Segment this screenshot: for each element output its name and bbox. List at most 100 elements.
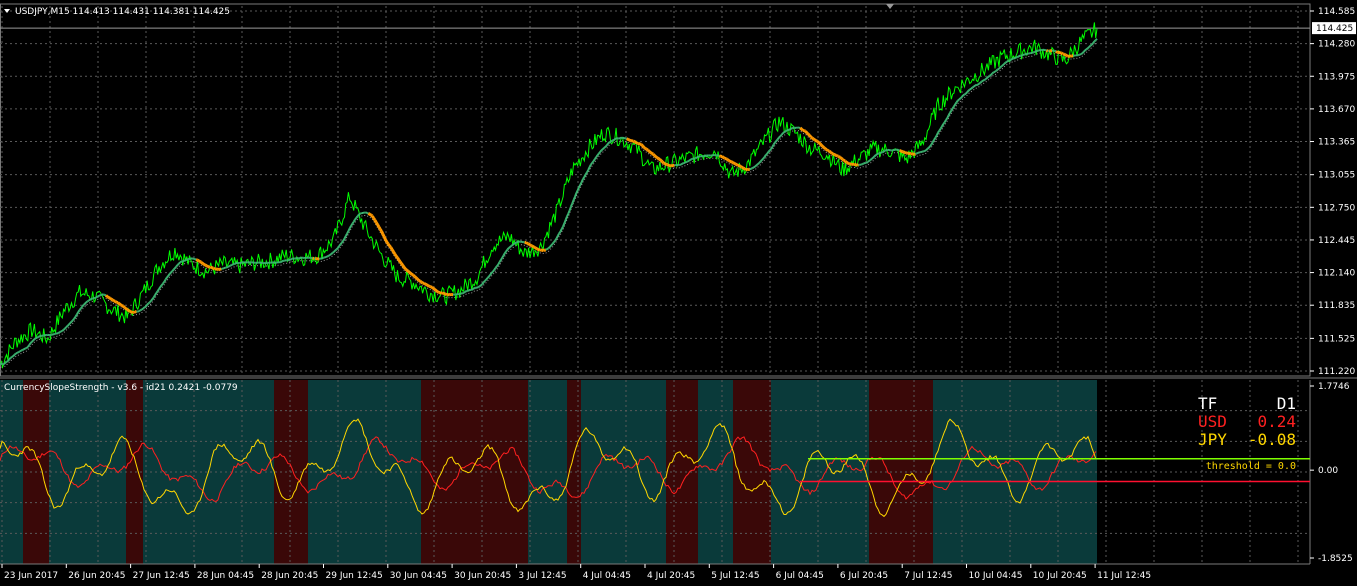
moving-average-segment bbox=[486, 275, 490, 279]
moving-average-segment bbox=[835, 153, 839, 158]
moving-average-segment bbox=[925, 148, 929, 151]
moving-average-segment bbox=[602, 147, 605, 150]
moving-average-segment bbox=[107, 296, 111, 300]
moving-average-segment bbox=[927, 145, 931, 149]
moving-average-segment bbox=[404, 267, 408, 272]
moving-average-segment bbox=[22, 348, 25, 351]
moving-average-segment bbox=[1060, 51, 1064, 56]
moving-average-segment bbox=[393, 253, 398, 257]
moving-average-segment bbox=[865, 161, 869, 164]
moving-average-segment bbox=[144, 305, 147, 309]
moving-average-segment bbox=[534, 246, 538, 250]
moving-average-segment bbox=[755, 163, 759, 166]
moving-average-segment bbox=[605, 142, 609, 146]
moving-average-segment bbox=[566, 213, 570, 217]
moving-average-segment bbox=[770, 146, 774, 150]
moving-average-segment bbox=[18, 350, 21, 353]
time-tick-label: 30 Jun 20:45 bbox=[454, 571, 511, 581]
moving-average-segment bbox=[368, 212, 372, 217]
moving-average-segment bbox=[168, 271, 172, 275]
moving-average-segment bbox=[904, 151, 907, 155]
moving-average-segment bbox=[83, 301, 87, 305]
moving-average-segment bbox=[570, 203, 574, 207]
moving-average-segment bbox=[155, 290, 159, 294]
moving-average-segment bbox=[564, 216, 568, 221]
moving-average-segment bbox=[596, 152, 600, 156]
moving-average-segment bbox=[666, 163, 670, 167]
price-tick-label: 113.975 bbox=[1318, 72, 1355, 82]
moving-average-segment bbox=[429, 285, 433, 289]
moving-average-segment bbox=[94, 296, 98, 299]
moving-average-segment bbox=[28, 342, 32, 346]
indicator-label: CurrencySlopeStrength - v3.6 - id21 0.24… bbox=[4, 383, 238, 393]
moving-average-segment bbox=[954, 101, 958, 105]
moving-average-segment bbox=[0, 362, 4, 366]
moving-average-segment bbox=[1063, 52, 1066, 57]
moving-average-segment bbox=[652, 153, 656, 157]
moving-average-segment bbox=[751, 166, 755, 169]
moving-average-segment bbox=[983, 78, 987, 81]
moving-average-segment bbox=[872, 155, 876, 159]
moving-average-segment bbox=[955, 99, 959, 103]
collapse-triangle-icon[interactable] bbox=[4, 9, 10, 13]
moving-average-segment bbox=[915, 152, 918, 155]
trading-chart[interactable]: USDJPY,M15 114.413 114.431 114.381 114.4… bbox=[0, 0, 1357, 586]
moving-average-segment bbox=[159, 284, 163, 288]
time-tick-label: 28 Jun 20:45 bbox=[261, 571, 318, 581]
moving-average-segment bbox=[1025, 52, 1028, 56]
moving-average-segment bbox=[1032, 50, 1036, 54]
moving-average-segment bbox=[963, 92, 967, 96]
moving-average-segment bbox=[416, 277, 420, 282]
moving-average-segment bbox=[27, 344, 30, 348]
moving-average-segment bbox=[753, 165, 756, 169]
moving-average-segment bbox=[721, 155, 725, 159]
time-tick-label: 29 Jun 12:45 bbox=[326, 571, 383, 581]
moving-average-segment bbox=[575, 190, 579, 194]
moving-average-segment bbox=[496, 264, 499, 267]
moving-average-segment bbox=[104, 293, 107, 297]
moving-average-segment bbox=[825, 148, 830, 152]
moving-average-segment bbox=[937, 130, 941, 134]
moving-average-segment bbox=[401, 264, 406, 269]
moving-average-segment bbox=[742, 166, 746, 171]
moving-average-segment bbox=[341, 240, 344, 244]
indicator-band bbox=[828, 380, 869, 564]
moving-average-segment bbox=[8, 357, 12, 360]
moving-average-segment bbox=[497, 261, 501, 266]
moving-average-segment bbox=[967, 88, 971, 92]
moving-average-segment bbox=[29, 341, 33, 344]
moving-average-segment bbox=[86, 299, 90, 303]
moving-average-segment bbox=[962, 93, 966, 97]
moving-average-segment bbox=[386, 243, 391, 247]
time-tick-label: 4 Jul 20:45 bbox=[647, 571, 695, 581]
moving-average-segment bbox=[754, 164, 758, 168]
moving-average-segment bbox=[1084, 48, 1087, 52]
moving-average-segment bbox=[443, 291, 446, 296]
moving-average-segment bbox=[688, 159, 691, 162]
moving-average-segment bbox=[778, 135, 782, 139]
usd-currency-label: USD bbox=[1198, 412, 1227, 431]
price-plot-area[interactable] bbox=[0, 22, 1098, 370]
moving-average-segment bbox=[1004, 60, 1008, 64]
moving-average-segment bbox=[829, 151, 834, 155]
moving-average-segment bbox=[373, 219, 378, 224]
moving-average-segment bbox=[735, 163, 739, 167]
moving-average-segment bbox=[873, 154, 877, 158]
moving-average-segment bbox=[795, 126, 798, 129]
moving-average-segment bbox=[1081, 51, 1085, 54]
shift-marker-icon[interactable] bbox=[886, 4, 894, 9]
moving-average-segment bbox=[196, 258, 200, 263]
moving-average-segment bbox=[587, 166, 591, 171]
moving-average-segment bbox=[1002, 63, 1006, 66]
moving-average-segment bbox=[142, 306, 146, 310]
moving-average-segment bbox=[372, 217, 377, 222]
moving-average-segment bbox=[684, 161, 687, 164]
time-tick-label: 30 Jun 04:45 bbox=[390, 571, 447, 581]
moving-average-segment bbox=[509, 245, 513, 248]
moving-average-segment bbox=[431, 286, 435, 290]
moving-average-segment bbox=[321, 256, 324, 260]
price-tick-label: 112.445 bbox=[1318, 236, 1355, 246]
moving-average-segment bbox=[127, 309, 131, 313]
symbol-header[interactable]: USDJPY,M15 114.413 114.431 114.381 114.4… bbox=[4, 7, 230, 17]
moving-average-segment bbox=[423, 282, 427, 286]
